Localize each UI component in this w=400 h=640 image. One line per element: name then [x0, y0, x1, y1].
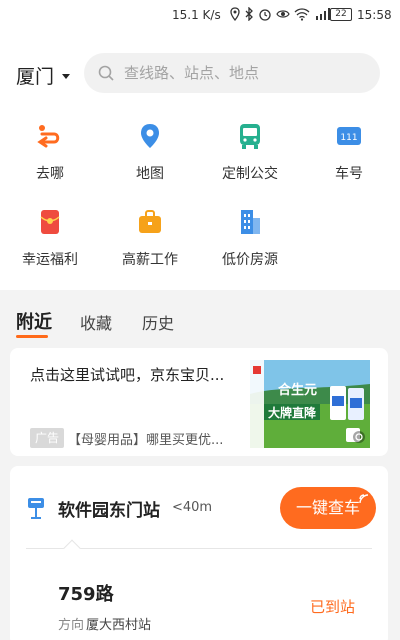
building-icon — [241, 210, 260, 234]
map-pin-icon — [141, 124, 159, 148]
grid-label: 高薪工作 — [122, 252, 178, 268]
red-envelope-icon — [40, 210, 60, 234]
wifi-icon — [294, 8, 310, 21]
alarm-icon — [259, 9, 271, 21]
grid-item-jobs[interactable]: 高薪工作 — [110, 208, 190, 269]
refresh-icon[interactable] — [352, 430, 366, 444]
station-distance: <40m — [172, 500, 213, 515]
clock: 15:58 — [357, 8, 392, 22]
city-name: 厦门 — [16, 66, 55, 88]
tab-nearby[interactable]: 附近 — [16, 308, 52, 334]
search-icon — [98, 65, 114, 81]
tab-favorites[interactable]: 收藏 — [80, 310, 112, 334]
caret-down-icon — [62, 74, 71, 79]
grid-item-map[interactable]: 地图 — [110, 122, 190, 183]
grid-item-lucky[interactable]: 幸运福利 — [10, 208, 90, 269]
bus-stop-icon — [28, 498, 44, 519]
ad-image[interactable]: 合生元 大牌直降 — [250, 360, 370, 448]
ad-image-text-sale: 大牌直降 — [268, 405, 317, 420]
station-name: 软件园东门站 — [58, 501, 160, 521]
bluetooth-icon — [245, 7, 253, 21]
check-bus-button[interactable]: 一键查车 — [280, 487, 376, 529]
grid-item-housing[interactable]: 低价房源 — [210, 208, 290, 269]
check-bus-button-label: 一键查车 — [295, 498, 360, 517]
grid-item-bus-number[interactable]: 111 车号 — [309, 122, 389, 183]
bus-number-icon: 111 — [337, 127, 361, 145]
station-card[interactable]: 软件园东门站 <40m 一键查车 759路 方向 厦大西村站 已到站 — [10, 466, 388, 640]
ad-image-text-brand: 合生元 — [278, 382, 317, 398]
search-bar[interactable] — [84, 53, 380, 93]
grid-label: 去哪 — [36, 166, 64, 182]
tab-history[interactable]: 历史 — [142, 310, 174, 334]
grid-label: 定制公交 — [222, 166, 278, 182]
city-selector[interactable]: 厦门 — [16, 62, 71, 89]
tab-bar: 附近 收藏 历史 — [0, 300, 400, 340]
ad-subtitle: 【母婴用品】哪里买更优... — [68, 433, 224, 448]
bus-number-icon-text: 111 — [340, 133, 357, 143]
route-icon — [37, 125, 60, 148]
grid-label: 幸运福利 — [22, 252, 78, 268]
direction-value: 厦大西村站 — [86, 618, 152, 633]
ad-badge: 广告 — [30, 428, 64, 448]
active-tab-indicator — [16, 335, 48, 338]
grid-label: 低价房源 — [222, 252, 278, 268]
bus-icon — [240, 124, 260, 149]
direction-label: 方向 — [58, 618, 85, 633]
grid-item-custom-bus[interactable]: 定制公交 — [210, 122, 290, 183]
search-input[interactable] — [124, 64, 364, 82]
divider-notch — [63, 539, 81, 557]
eye-icon — [276, 10, 290, 18]
network-speed: 15.1 K/s — [172, 8, 221, 22]
grid-item-go[interactable]: 去哪 — [10, 122, 90, 183]
ad-card[interactable]: 点击这里试试吧，京东宝贝... 广告 【母婴用品】哪里买更优... 合生元 大牌… — [10, 348, 388, 456]
route-name[interactable]: 759路 — [58, 580, 114, 606]
radio-signal-icon — [359, 494, 369, 504]
location-icon — [230, 7, 240, 21]
battery-indicator: 22 — [330, 8, 352, 21]
status-icons — [230, 7, 332, 21]
grid-label: 车号 — [335, 166, 363, 182]
status-bar: 15.1 K/s 22 15:58 — [0, 0, 400, 30]
grid-label: 地图 — [136, 166, 164, 182]
ad-title: 点击这里试试吧，京东宝贝... — [30, 366, 225, 384]
briefcase-icon — [139, 210, 161, 233]
arrival-status: 已到站 — [310, 598, 356, 616]
